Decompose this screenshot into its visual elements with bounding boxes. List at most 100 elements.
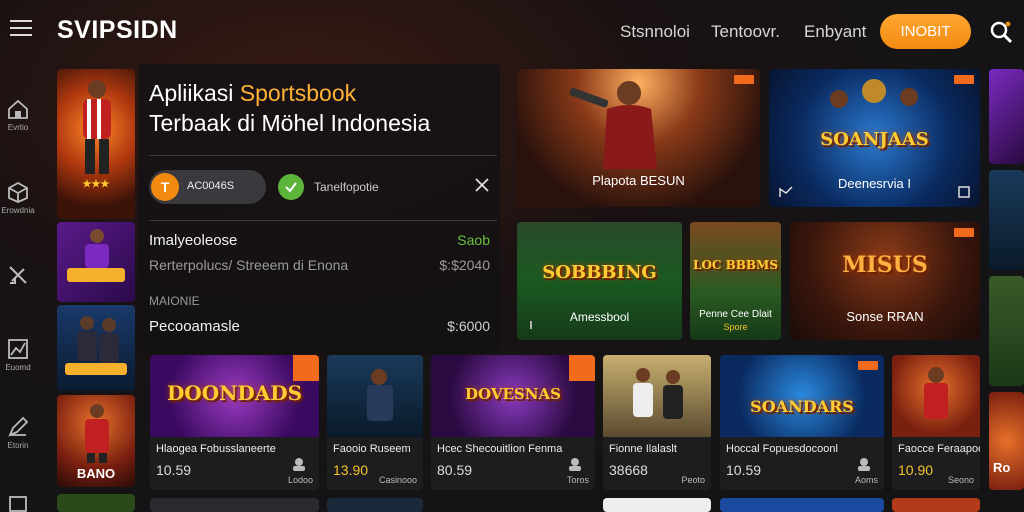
title-plain: Apliikasi — [149, 80, 240, 106]
thumb-label: BANO — [76, 466, 116, 481]
game-card-partial[interactable] — [603, 498, 711, 512]
row-title: Pecooamasle — [149, 318, 240, 335]
game-thumb-5[interactable] — [57, 494, 135, 512]
player-illustration — [67, 229, 125, 282]
card-price: 10.59 — [156, 462, 192, 478]
rail-item-more[interactable] — [0, 494, 36, 512]
info-icon[interactable] — [527, 320, 535, 330]
game-card-bottom-5[interactable]: SOANDARS Hoccal Fopuesdocoonl 10.59 Aoms — [720, 355, 884, 490]
feature-panel: Apliikasi Sportsbook Terbaak di Möhel In… — [138, 64, 500, 354]
player-illustration — [83, 80, 111, 174]
game-card-right-2[interactable] — [989, 170, 1024, 270]
row-subtitle: Rerterpolucs/ Streeem di Enona — [149, 257, 349, 273]
pill-icon: T — [151, 173, 179, 201]
card-price: 13.90 — [333, 462, 369, 478]
row-title: Imalyeoleose — [149, 232, 238, 249]
game-card-mid-1[interactable]: SOBBBING Amessbool — [517, 222, 682, 340]
game-card-bottom-6[interactable]: Faocce Feraapoor 10.90 Seono — [892, 355, 980, 490]
hot-badge — [954, 228, 974, 237]
expand-icon[interactable] — [958, 186, 970, 198]
card-logo: MISUS — [842, 252, 928, 278]
hamburger-menu-icon[interactable] — [10, 20, 32, 38]
game-card-right-3[interactable] — [989, 276, 1024, 386]
card-title: Ro — [993, 460, 1011, 475]
game-card-partial[interactable] — [720, 498, 884, 512]
card-title: Faocce Feraapoor — [898, 443, 980, 455]
game-card-bottom-1[interactable]: DOONDADS Hlaogea Fobusslaneerte 10.59 Lo… — [150, 355, 319, 490]
game-card-partial[interactable] — [150, 498, 319, 512]
pen-icon — [8, 416, 29, 437]
game-thumb-2[interactable] — [57, 222, 135, 302]
card-title: Fionne Ilalaslt — [609, 443, 677, 455]
card-title: Faooio Ruseem — [333, 443, 411, 455]
card-sub: Toros — [566, 475, 589, 485]
rail-item-tools[interactable] — [0, 264, 36, 286]
player-illustration — [65, 316, 127, 375]
divider — [149, 220, 497, 221]
card-sub: Peoto — [681, 475, 705, 485]
rail-label: Euomd — [5, 363, 31, 372]
close-icon[interactable] — [474, 177, 490, 193]
game-card-top-2[interactable]: SOANJAAS Deenesrvia I — [769, 69, 980, 207]
nav-link-3[interactable]: Enbyant — [804, 22, 866, 42]
hot-badge — [293, 355, 319, 381]
feature-title: Apliikasi Sportsbook Terbaak di Möhel In… — [149, 78, 430, 138]
game-thumb-3[interactable] — [57, 305, 135, 391]
cta-button[interactable]: INOBIT — [880, 14, 971, 49]
card-logo: SOANJAAS — [820, 129, 929, 150]
rail-item-pen[interactable]: Etorin — [0, 416, 36, 450]
game-card-bottom-4[interactable]: Fionne Ilalaslt 38668 Peoto — [603, 355, 711, 490]
share-icon[interactable] — [779, 186, 793, 198]
rail-item-home[interactable]: Evrtio — [0, 98, 36, 132]
user-icon[interactable] — [856, 457, 872, 471]
player-illustration — [924, 367, 948, 419]
game-card-right-1[interactable] — [989, 69, 1024, 164]
card-title: Plapota BESUN — [592, 173, 685, 188]
chart-icon — [8, 339, 28, 359]
row-value: $:$2040 — [439, 257, 490, 273]
card-price: 10.59 — [726, 462, 762, 478]
user-icon[interactable] — [291, 457, 307, 471]
brand-logo[interactable]: SVIPSIDN — [57, 16, 178, 45]
rail-label: Erowdnia — [1, 206, 35, 215]
game-card-mid-2[interactable]: LOC BBBMS Penne Cee Dlait Spore — [690, 222, 781, 340]
game-thumb-4[interactable]: BANO — [57, 395, 135, 487]
box-icon — [8, 181, 28, 203]
card-title: Sonse RRAN — [846, 309, 924, 324]
title-line2: Terbaak di Möhel Indonesia — [149, 110, 431, 136]
card-title: Hlaogea Fobusslaneerte — [156, 443, 276, 455]
game-card-partial[interactable] — [892, 498, 980, 512]
nav-link-1[interactable]: Stsnnoloi — [620, 22, 690, 42]
app-pill-button[interactable]: T AC0046S — [149, 170, 266, 204]
rail-item-chart[interactable]: Euomd — [0, 338, 36, 372]
game-card-bottom-3[interactable]: DOVESNAS Hcec Shecouitlion Fenma 80.59 T… — [431, 355, 595, 490]
search-icon[interactable] — [988, 19, 1014, 45]
rail-label: Evrtio — [7, 123, 29, 132]
game-thumb-1[interactable]: ★★★ — [57, 69, 135, 219]
row-value: $:6000 — [447, 318, 490, 334]
rail-label: Etorin — [7, 441, 29, 450]
user-icon[interactable] — [567, 457, 583, 471]
thumb-logo: ★★★ — [82, 179, 110, 190]
top-bar: SVIPSIDN Stsnnoloi Tentoovr. Enbyant INO… — [0, 0, 1024, 62]
card-price: 80.59 — [437, 462, 473, 478]
game-card-top-1[interactable]: Plapota BESUN — [517, 69, 760, 207]
card-title: Deenesrvia I — [838, 176, 911, 191]
card-title: Hcec Shecouitlion Fenma — [437, 443, 563, 455]
hot-badge — [569, 355, 595, 381]
pill-label: AC0046S — [187, 180, 235, 192]
card-sub: Aoms — [854, 475, 878, 485]
secondary-label: Tanelfopotie — [314, 180, 379, 194]
check-icon[interactable] — [278, 174, 304, 200]
game-card-mid-3[interactable]: MISUS Sonse RRAN — [790, 222, 980, 340]
game-card-partial[interactable] — [327, 498, 423, 512]
game-card-right-4[interactable]: Ro — [989, 392, 1024, 490]
game-card-bottom-2[interactable]: Faooio Ruseem 13.90 Casinooo — [327, 355, 423, 490]
card-logo: SOANDARS — [750, 397, 854, 416]
divider — [149, 155, 497, 156]
row-value: Saob — [457, 232, 490, 248]
card-title: Amessbool — [569, 310, 630, 324]
hot-badge — [734, 75, 754, 84]
nav-link-2[interactable]: Tentoovr. — [711, 22, 780, 42]
rail-item-box[interactable]: Erowdnia — [0, 181, 36, 215]
